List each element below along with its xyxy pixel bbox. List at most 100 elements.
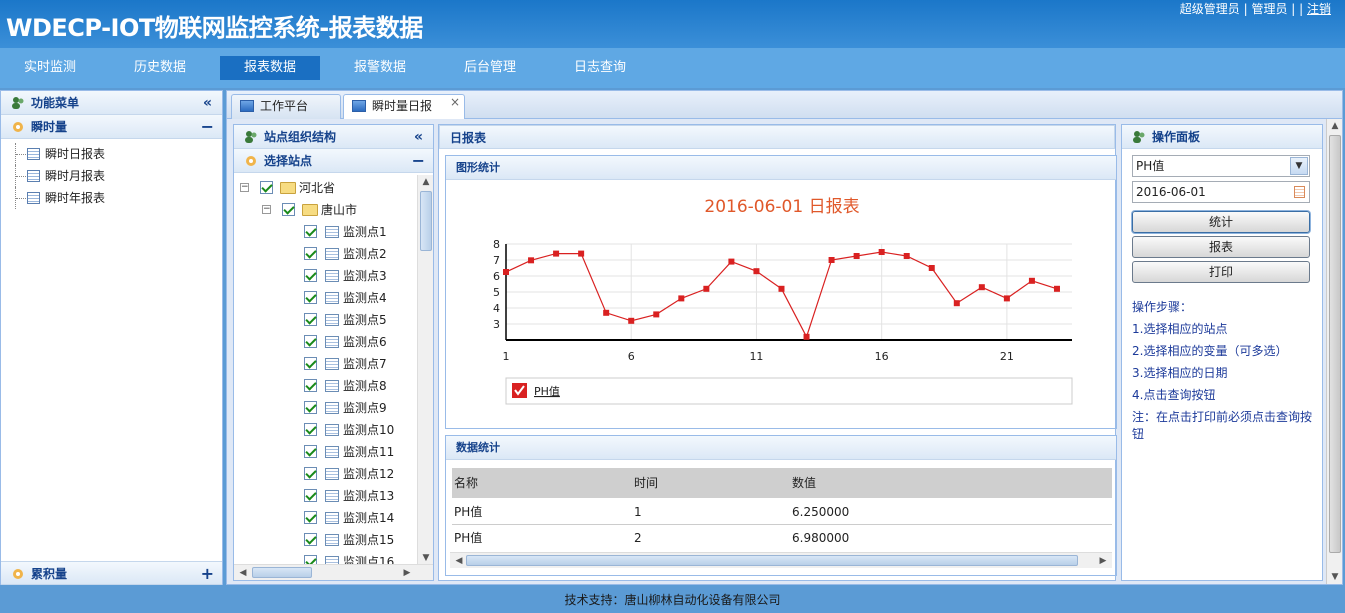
separator: | [1239,2,1252,16]
collapse-node-icon[interactable]: − [240,183,249,192]
scroll-left-icon[interactable]: ◀ [452,554,466,568]
tree-node-province[interactable]: − 河北省 [234,177,414,199]
tree-node-point[interactable]: 监测点1 [234,221,414,243]
logout-link[interactable]: 注销 [1307,2,1331,16]
cell-time: 2 [634,531,642,545]
menu-item-monthly[interactable]: 瞬时月报表 [1,165,222,187]
checkbox[interactable] [304,247,317,260]
tree-node-point[interactable]: 监测点9 [234,397,414,419]
tree-node-point[interactable]: 监测点11 [234,441,414,463]
tab-workbench[interactable]: 工作平台 [231,94,341,119]
tree-vscroll[interactable]: ▲ ▼ [417,175,433,565]
scroll-down-icon[interactable]: ▼ [419,551,433,565]
nav-history[interactable]: 历史数据 [110,56,210,80]
checkbox[interactable] [260,181,273,194]
checkbox[interactable] [304,423,317,436]
data-point [1028,277,1035,284]
table-icon [325,424,339,436]
users-icon [245,131,257,143]
section-instant[interactable]: 瞬时量 − [1,115,222,139]
tree-node-point[interactable]: 监测点3 [234,265,414,287]
tab-daily-report[interactable]: 瞬时量日报 × [343,94,465,119]
ops-title: 操作面板 [1152,130,1201,144]
print-button[interactable]: 打印 [1132,261,1310,283]
node-label: 监测点1 [343,225,387,239]
tree-node-point[interactable]: 监测点10 [234,419,414,441]
tree-node-point[interactable]: 监测点14 [234,507,414,529]
tree-node-point[interactable]: 监测点5 [234,309,414,331]
checkbox[interactable] [304,511,317,524]
report-button[interactable]: 报表 [1132,236,1310,258]
nav-realtime[interactable]: 实时监测 [0,56,100,80]
scroll-left-icon[interactable]: ◀ [236,566,250,580]
tree-node-point[interactable]: 监测点6 [234,331,414,353]
nav-report[interactable]: 报表数据 [220,56,320,80]
table-icon [325,270,339,282]
scroll-thumb[interactable] [252,567,312,578]
tree-node-point[interactable]: 监测点8 [234,375,414,397]
tree-node-point[interactable]: 监测点7 [234,353,414,375]
checkbox[interactable] [304,357,317,370]
tree-node-city[interactable]: − 唐山市 [234,199,414,221]
collapse-icon[interactable]: « [414,125,423,149]
checkbox[interactable] [304,467,317,480]
main-vscroll[interactable]: ▲ ▼ [1326,119,1342,584]
chevron-down-icon[interactable]: ▼ [1290,157,1308,175]
checkbox[interactable] [304,445,317,458]
scroll-up-icon[interactable]: ▲ [1328,119,1342,133]
table-row[interactable]: PH值 2 6.980000 [452,525,1112,551]
checkbox[interactable] [304,225,317,238]
checkbox[interactable] [304,379,317,392]
table-icon [325,468,339,480]
data-point [753,268,760,275]
checkbox[interactable] [304,533,317,546]
minus-icon[interactable]: − [201,115,214,139]
select-site-header[interactable]: 选择站点 − [234,149,433,173]
step-3: 3.选择相应的日期 [1132,366,1228,380]
checkbox[interactable] [304,291,317,304]
variable-select[interactable]: PH值 ▼ [1132,155,1310,177]
close-icon[interactable]: × [450,91,460,113]
cell-value: 6.980000 [792,531,850,545]
data-point [503,269,509,275]
checkbox[interactable] [304,335,317,348]
scroll-thumb[interactable] [1329,135,1341,553]
tree-node-point[interactable]: 监测点4 [234,287,414,309]
date-field[interactable]: 2016-06-01 [1132,181,1310,203]
nav-logs[interactable]: 日志查询 [550,56,650,80]
tree-node-point[interactable]: 监测点13 [234,485,414,507]
scroll-down-icon[interactable]: ▼ [1328,570,1342,584]
cell-name: PH值 [454,531,483,545]
menu-item-yearly[interactable]: 瞬时年报表 [1,187,222,209]
scroll-thumb[interactable] [466,555,1078,566]
menu-item-daily[interactable]: 瞬时日报表 [1,143,222,165]
minus-icon[interactable]: − [412,149,425,173]
section-cumulative[interactable]: 累积量 + [1,561,222,585]
table-icon [325,402,339,414]
table-icon [325,336,339,348]
checkbox[interactable] [304,269,317,282]
table-row[interactable]: PH值 1 6.250000 [452,499,1112,525]
scroll-right-icon[interactable]: ▶ [1096,554,1110,568]
collapse-icon[interactable]: « [203,91,212,115]
tree-node-point[interactable]: 监测点16 [234,551,414,565]
scroll-right-icon[interactable]: ▶ [400,566,414,580]
scroll-up-icon[interactable]: ▲ [419,175,433,189]
users-icon [12,97,24,109]
tree-node-point[interactable]: 监测点15 [234,529,414,551]
checkbox[interactable] [282,203,295,216]
nav-admin[interactable]: 后台管理 [440,56,540,80]
tree-node-point[interactable]: 监测点12 [234,463,414,485]
table-hscroll[interactable]: ◀ ▶ [450,552,1112,568]
nav-alarm[interactable]: 报警数据 [330,56,430,80]
checkbox[interactable] [304,313,317,326]
collapse-node-icon[interactable]: − [262,205,271,214]
calendar-icon[interactable] [1294,186,1305,198]
statistics-button[interactable]: 统计 [1132,211,1310,233]
tree-hscroll[interactable]: ◀ ▶ [234,564,433,580]
checkbox[interactable] [304,489,317,502]
tree-node-point[interactable]: 监测点2 [234,243,414,265]
checkbox[interactable] [304,401,317,414]
scroll-thumb[interactable] [420,191,432,251]
plus-icon[interactable]: + [201,562,214,586]
